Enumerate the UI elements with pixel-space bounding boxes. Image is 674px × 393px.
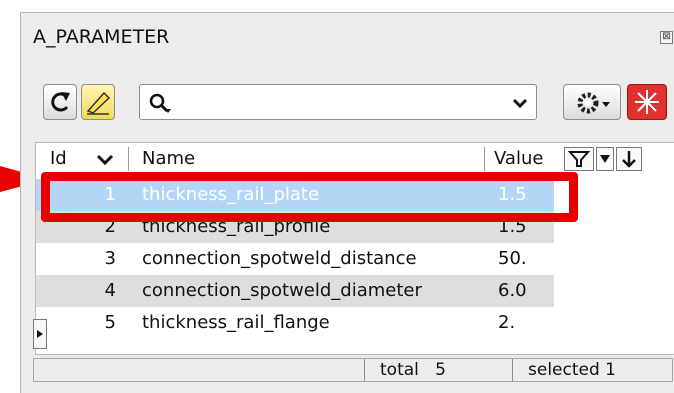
status-total: total 5	[380, 360, 446, 380]
status-bar: total 5 selected 1	[33, 358, 673, 382]
status-selected: selected 1	[528, 360, 616, 380]
annotation-highlight-box	[41, 172, 578, 222]
pick-star-icon	[635, 90, 659, 114]
filter-icon	[568, 151, 590, 167]
row-name: thickness_rail_flange	[142, 312, 330, 333]
row-value: 6.0	[498, 280, 527, 301]
pick-button[interactable]	[627, 84, 667, 120]
panel-title: A_PARAMETER	[33, 26, 170, 48]
sort-descending-button[interactable]	[616, 147, 642, 171]
column-header-name[interactable]: Name	[142, 148, 195, 169]
table-row[interactable]: 4 connection_spotweld_diameter 6.0	[36, 275, 554, 307]
search-field[interactable]	[139, 84, 537, 120]
search-icon	[149, 93, 171, 113]
close-icon[interactable]: ⊠	[660, 31, 673, 44]
column-header-id[interactable]: Id	[50, 148, 67, 169]
row-id: 3	[104, 248, 116, 269]
filter-button[interactable]	[564, 147, 594, 171]
row-name: connection_spotweld_diameter	[142, 280, 422, 301]
triangle-down-icon	[600, 155, 610, 163]
row-id: 5	[104, 312, 116, 333]
chevron-down-icon[interactable]	[512, 97, 528, 109]
highlighter-icon	[86, 91, 111, 115]
column-header-value[interactable]: Value	[494, 148, 543, 169]
refresh-icon	[51, 92, 70, 112]
arrow-down-icon	[622, 151, 636, 168]
settings-button[interactable]	[563, 84, 621, 120]
row-name: connection_spotweld_distance	[142, 248, 417, 269]
search-input[interactable]	[180, 89, 484, 117]
row-value: 50.	[498, 248, 527, 269]
highlight-toggle-button[interactable]	[81, 84, 115, 120]
row-value: 2.	[498, 312, 516, 333]
row-id: 4	[104, 280, 116, 301]
gear-icon	[577, 92, 610, 114]
table-row[interactable]: 5 thickness_rail_flange 2.	[36, 307, 554, 339]
filter-dropdown-button[interactable]	[596, 147, 614, 171]
table-row[interactable]: 3 connection_spotweld_distance 50.	[36, 243, 554, 275]
expand-handle[interactable]	[33, 319, 47, 349]
refresh-button[interactable]	[43, 84, 77, 120]
sort-chevron-icon[interactable]	[96, 153, 114, 167]
chevron-right-icon	[37, 330, 43, 338]
